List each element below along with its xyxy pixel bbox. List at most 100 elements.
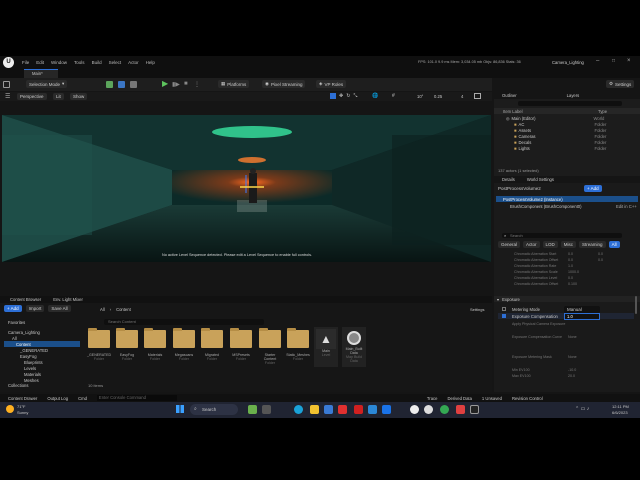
store-icon[interactable] — [324, 405, 333, 414]
filter-lod[interactable]: LOD — [542, 240, 558, 248]
task-view-icon[interactable] — [262, 405, 271, 414]
add-button[interactable]: + Add — [4, 304, 22, 312]
weather-icon[interactable] — [6, 405, 14, 413]
level-viewport[interactable]: No active Level Sequence detected. Pleas… — [2, 115, 491, 262]
property-value[interactable]: -10.0 — [568, 368, 576, 372]
type-header[interactable]: Type — [598, 109, 607, 114]
instance-row[interactable]: PostProcessVolume2 (Instance) — [496, 196, 638, 202]
asset-tile[interactable]: Megascans Folder — [172, 328, 196, 361]
unreal-taskbar-icon[interactable] — [410, 405, 419, 414]
menu-window[interactable]: Window — [51, 60, 67, 65]
grid-snap-icon[interactable]: # — [392, 93, 395, 99]
exposure-section-header[interactable]: ▾ Exposure — [494, 296, 640, 302]
exposure-compensation-input[interactable]: 1.0 — [564, 312, 600, 320]
perspective-button[interactable]: Perspective — [17, 93, 47, 100]
derived-data-button[interactable]: Derived Data — [447, 396, 471, 401]
menu-actor[interactable]: Actor — [128, 60, 139, 65]
angle-snap-value[interactable]: 10° — [417, 94, 423, 99]
metering-mode-select[interactable]: Manual — [564, 305, 600, 313]
vp-roles-button[interactable]: ◈ VP Roles — [316, 80, 347, 88]
save-icon[interactable] — [3, 81, 10, 88]
scale-snap-value[interactable]: 0.25 — [434, 94, 442, 99]
app-icon[interactable] — [382, 405, 391, 414]
item-label-header[interactable]: Item Label — [503, 109, 598, 114]
edit-cpp-link[interactable]: Edit in C++ — [616, 204, 637, 209]
clock-date[interactable]: 6/6/2023 — [612, 410, 628, 415]
tab-env-light-mixer[interactable]: Env. Light Mixer — [47, 297, 83, 302]
app-icon[interactable] — [456, 405, 465, 414]
menu-select[interactable]: Select — [109, 60, 122, 65]
checkbox-checked-icon[interactable] — [502, 314, 506, 318]
tab-main[interactable]: Main* — [24, 69, 58, 78]
window-minimize-icon[interactable]: – — [596, 58, 599, 64]
breadcrumb-all[interactable]: All — [100, 307, 105, 312]
favorites-header[interactable]: Favorites — [4, 319, 80, 325]
scale-tool-icon[interactable]: ⤡ — [353, 93, 357, 99]
taskbar-search[interactable]: ⌕ Search — [190, 404, 238, 415]
tab-details[interactable]: Details — [494, 177, 519, 182]
asset-tile[interactable]: ▲ Main Level — [314, 327, 338, 367]
property-value[interactable]: 1000.0 — [568, 270, 579, 274]
settings-button[interactable]: ⚙ Settings — [606, 80, 635, 88]
property-value[interactable]: 20.0 — [568, 374, 575, 378]
file-explorer-icon[interactable] — [310, 405, 319, 414]
tree-row[interactable]: ■ Lights Folder — [494, 145, 640, 151]
window-maximize-icon[interactable]: □ — [612, 58, 615, 64]
viewport-menu-icon[interactable]: ☰ — [5, 93, 10, 100]
unreal-taskbar-icon[interactable] — [424, 405, 433, 414]
content-settings-button[interactable]: Settings — [470, 307, 484, 312]
app-icon[interactable] — [368, 405, 377, 414]
pixel-streaming-button[interactable]: ◉ Pixel Streaming — [262, 80, 306, 88]
add-component-button[interactable]: + Add — [584, 184, 602, 192]
output-log-button[interactable]: Output Log — [47, 396, 68, 401]
menu-tools[interactable]: Tools — [74, 60, 85, 65]
camera-speed-value[interactable]: 4 — [461, 94, 463, 99]
stop-icon[interactable]: ■ — [184, 81, 188, 87]
tab-outliner[interactable]: Outliner — [494, 93, 521, 98]
windows-start-icon[interactable] — [176, 405, 184, 413]
clock-time[interactable]: 12:11 PM — [612, 404, 629, 409]
checkbox-icon[interactable] — [502, 307, 506, 311]
app-icon[interactable] — [354, 405, 363, 414]
world-space-icon[interactable]: 🌐 — [372, 93, 378, 99]
property-value[interactable]: 0.0 — [568, 276, 573, 280]
details-scrollbar[interactable] — [635, 296, 637, 314]
property-value[interactable]: 0.0 — [598, 252, 603, 256]
app-icon[interactable] — [470, 405, 479, 414]
asset-tile[interactable]: Migrated Folder — [200, 328, 224, 361]
property-value[interactable]: 0.0 — [598, 258, 603, 262]
property-value[interactable]: 1.0 — [568, 264, 573, 268]
chrome-icon[interactable] — [440, 405, 449, 414]
content-search[interactable]: Search Content — [104, 319, 264, 325]
platforms-button[interactable]: ▦ Platforms — [218, 80, 250, 88]
property-value[interactable]: None — [568, 355, 577, 359]
unsaved-button[interactable]: 1 Unsaved — [482, 396, 502, 401]
import-button[interactable]: Import — [25, 304, 45, 312]
play-options-icon[interactable]: ⋮ — [194, 81, 200, 88]
filter-general[interactable]: General — [498, 240, 521, 248]
filter-all[interactable]: All — [608, 240, 620, 248]
property-value[interactable]: None — [568, 335, 577, 339]
menu-file[interactable]: File — [22, 60, 29, 65]
asset-tile[interactable]: Static_Meshes Folder — [286, 328, 310, 361]
tab-content-browser[interactable]: Content Browser — [0, 297, 47, 302]
selection-mode-dropdown[interactable]: Selection Mode ▾ — [26, 80, 68, 88]
tab-world-settings[interactable]: World Settings — [519, 177, 554, 182]
asset-tile[interactable]: Main_Built Data Map Build Data — [342, 327, 366, 367]
menu-help[interactable]: Help — [146, 60, 155, 65]
filter-misc[interactable]: Misc — [560, 240, 577, 248]
property-value[interactable]: 0.0 — [568, 252, 598, 256]
play-icon[interactable]: ▶ — [162, 80, 168, 88]
save-all-button[interactable]: Save All — [48, 304, 71, 312]
property-value[interactable]: 0.100 — [568, 282, 577, 286]
app-icon[interactable] — [338, 405, 347, 414]
filter-actor[interactable]: Actor — [523, 240, 540, 248]
window-close-icon[interactable]: × — [627, 58, 631, 64]
asset-tile[interactable]: Starter Content Folder — [258, 328, 282, 365]
add-actor-icon[interactable] — [106, 81, 113, 88]
asset-tile[interactable]: MSPresets Folder — [229, 328, 253, 361]
filter-streaming[interactable]: Streaming — [579, 240, 606, 248]
move-tool-icon[interactable]: ✥ — [339, 93, 343, 99]
asset-tile[interactable]: EasyFog Folder — [115, 328, 139, 361]
outliner-search[interactable] — [518, 101, 622, 106]
